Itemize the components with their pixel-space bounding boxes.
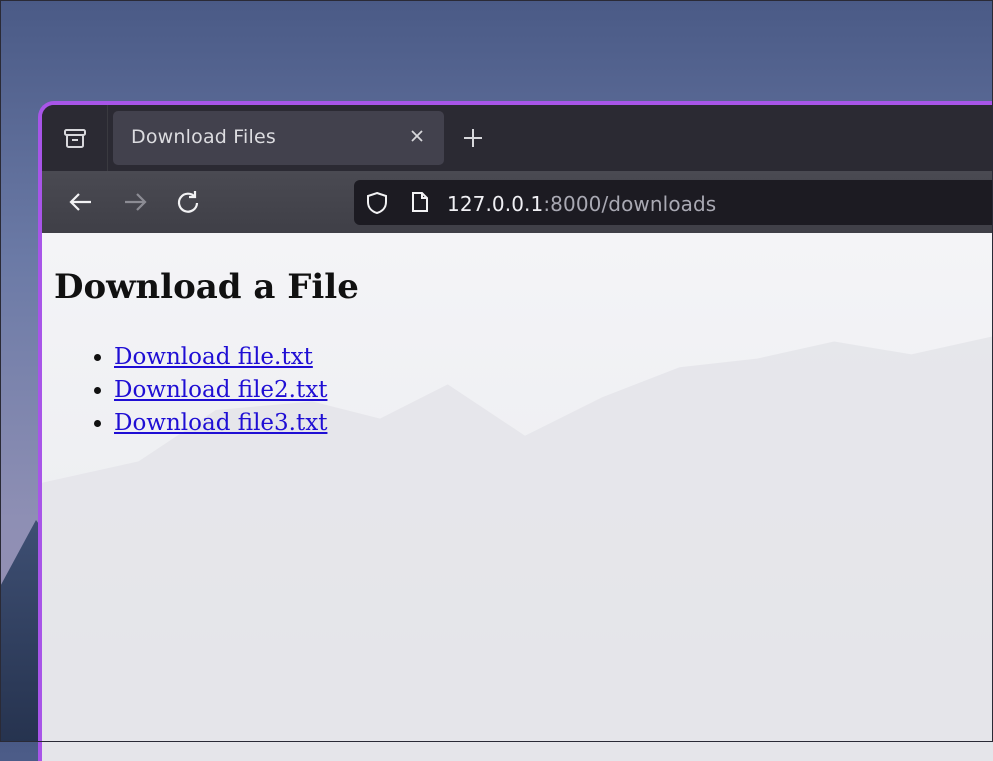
tab-title: Download Files bbox=[131, 126, 276, 148]
forward-arrow-icon bbox=[125, 193, 147, 211]
site-info-button[interactable] bbox=[409, 190, 431, 214]
browser-window: Download Files 127.0.0.1:8000/downloads … bbox=[38, 101, 993, 761]
url-text[interactable]: 127.0.0.1:8000/downloads bbox=[447, 192, 716, 216]
tracking-protection-button[interactable] bbox=[365, 191, 389, 215]
back-arrow-icon bbox=[69, 193, 91, 211]
back-button[interactable] bbox=[67, 188, 95, 216]
tab-download-files[interactable]: Download Files bbox=[113, 111, 444, 165]
close-icon bbox=[411, 130, 423, 142]
download-link-file2[interactable]: Download file2.txt bbox=[114, 377, 327, 403]
url-path: :8000/downloads bbox=[543, 192, 717, 216]
page-title: Download a File bbox=[54, 267, 359, 307]
plus-icon bbox=[464, 129, 482, 147]
tab-close-button[interactable] bbox=[406, 125, 428, 147]
tab-overview-button[interactable] bbox=[42, 105, 108, 171]
address-bar[interactable]: 127.0.0.1:8000/downloads bbox=[354, 180, 993, 225]
tab-overview-icon bbox=[63, 129, 86, 148]
navigation-toolbar: 127.0.0.1:8000/downloads bbox=[42, 171, 993, 233]
page-icon bbox=[412, 192, 428, 212]
reload-icon bbox=[177, 191, 199, 213]
list-item: Download file2.txt bbox=[114, 374, 327, 407]
list-item: Download file.txt bbox=[114, 341, 327, 374]
reload-button[interactable] bbox=[174, 188, 202, 216]
shield-icon bbox=[367, 191, 387, 215]
page-content: Download a File Download file.txt Downlo… bbox=[42, 233, 993, 761]
download-link-file[interactable]: Download file.txt bbox=[114, 344, 313, 370]
list-item: Download file3.txt bbox=[114, 407, 327, 440]
tab-bar: Download Files bbox=[42, 105, 993, 171]
url-host: 127.0.0.1 bbox=[447, 192, 544, 216]
new-tab-button[interactable] bbox=[460, 125, 486, 151]
download-links-list: Download file.txt Download file2.txt Dow… bbox=[94, 341, 327, 440]
download-link-file3[interactable]: Download file3.txt bbox=[114, 410, 327, 436]
forward-button[interactable] bbox=[121, 188, 149, 216]
